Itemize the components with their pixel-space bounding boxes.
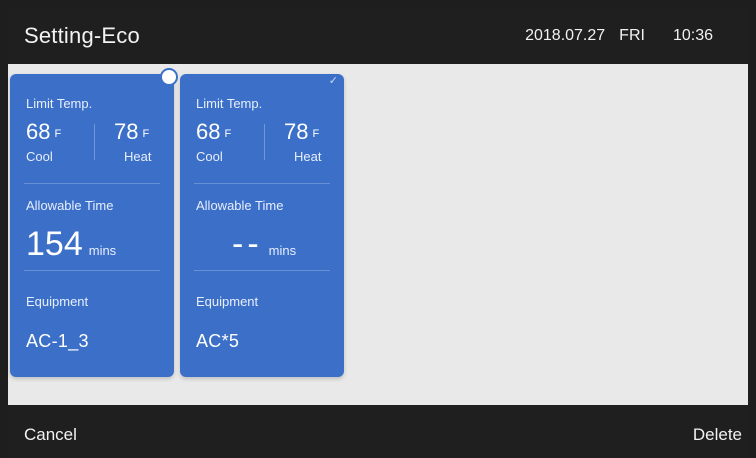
eco-card[interactable]: ✓ Limit Temp. 68 F 78 F Cool Heat Allowabl…	[180, 74, 344, 377]
weekday-text: FRI	[619, 27, 645, 44]
heat-temp-unit: F	[142, 128, 150, 140]
heat-temp: 78 F	[114, 120, 149, 146]
allowable-time-unit: mins	[88, 243, 117, 258]
eco-card[interactable]: Limit Temp. 68 F 78 F Cool Heat Allowable …	[10, 68, 178, 377]
limit-temp-label: Limit Temp.	[26, 96, 93, 111]
allowable-time: -- mins	[232, 226, 372, 266]
heat-label: Heat	[124, 149, 152, 164]
cool-temp: 68 F	[26, 120, 61, 146]
cool-label: Cool	[26, 149, 53, 164]
time-text: 10:36	[672, 27, 713, 44]
top-bar: Setting-Eco 2018.07.27 FRI 10:36	[8, 8, 748, 64]
cancel-button[interactable]: Cancel	[24, 425, 77, 445]
limit-temp-label: Limit Temp.	[196, 96, 263, 111]
check-icon[interactable]: ✓	[329, 74, 338, 87]
allowable-time: 154 mins	[26, 226, 166, 266]
delete-button[interactable]: Delete	[693, 425, 742, 445]
page-title: Setting-Eco	[24, 23, 140, 48]
allowable-time-unit: mins	[268, 243, 297, 258]
limit-temp-row: 68 F 78 F Cool Heat	[196, 120, 332, 165]
divider	[94, 124, 95, 160]
bottom-bar: Cancel Delete	[8, 405, 748, 458]
divider	[24, 183, 160, 184]
divider	[24, 270, 160, 271]
cool-temp: 68 F	[196, 120, 231, 146]
selection-radio-icon[interactable]	[160, 68, 178, 86]
heat-temp: 78 F	[284, 120, 319, 146]
equipment-label: Equipment	[196, 294, 259, 309]
equipment-label: Equipment	[26, 294, 89, 309]
heat-temp-value: 78	[284, 119, 309, 144]
limit-temp-row: 68 F 78 F Cool Heat	[26, 120, 162, 165]
allowable-time-label: Allowable Time	[26, 198, 114, 213]
heat-temp-value: 78	[114, 119, 139, 144]
cool-temp-unit: F	[54, 128, 62, 140]
allowable-time-value: 154	[26, 225, 83, 263]
cool-temp-unit: F	[224, 128, 232, 140]
equipment-value: AC*5	[196, 331, 240, 351]
allowable-time-value: --	[232, 225, 263, 263]
cool-temp-value: 68	[26, 119, 51, 144]
allowable-time-label: Allowable Time	[196, 198, 284, 213]
divider	[194, 270, 330, 271]
equipment-value: AC-1_3	[26, 331, 89, 351]
heat-label: Heat	[294, 149, 322, 164]
cool-label: Cool	[196, 149, 223, 164]
heat-temp-unit: F	[312, 128, 320, 140]
cool-temp-value: 68	[196, 119, 221, 144]
content-area: Limit Temp. 68 F 78 F Cool Heat Allowable …	[8, 64, 748, 405]
divider	[194, 183, 330, 184]
divider	[264, 124, 265, 160]
date-text: 2018.07.27	[525, 27, 606, 44]
date-time: 2018.07.27 FRI 10:36	[525, 27, 713, 45]
